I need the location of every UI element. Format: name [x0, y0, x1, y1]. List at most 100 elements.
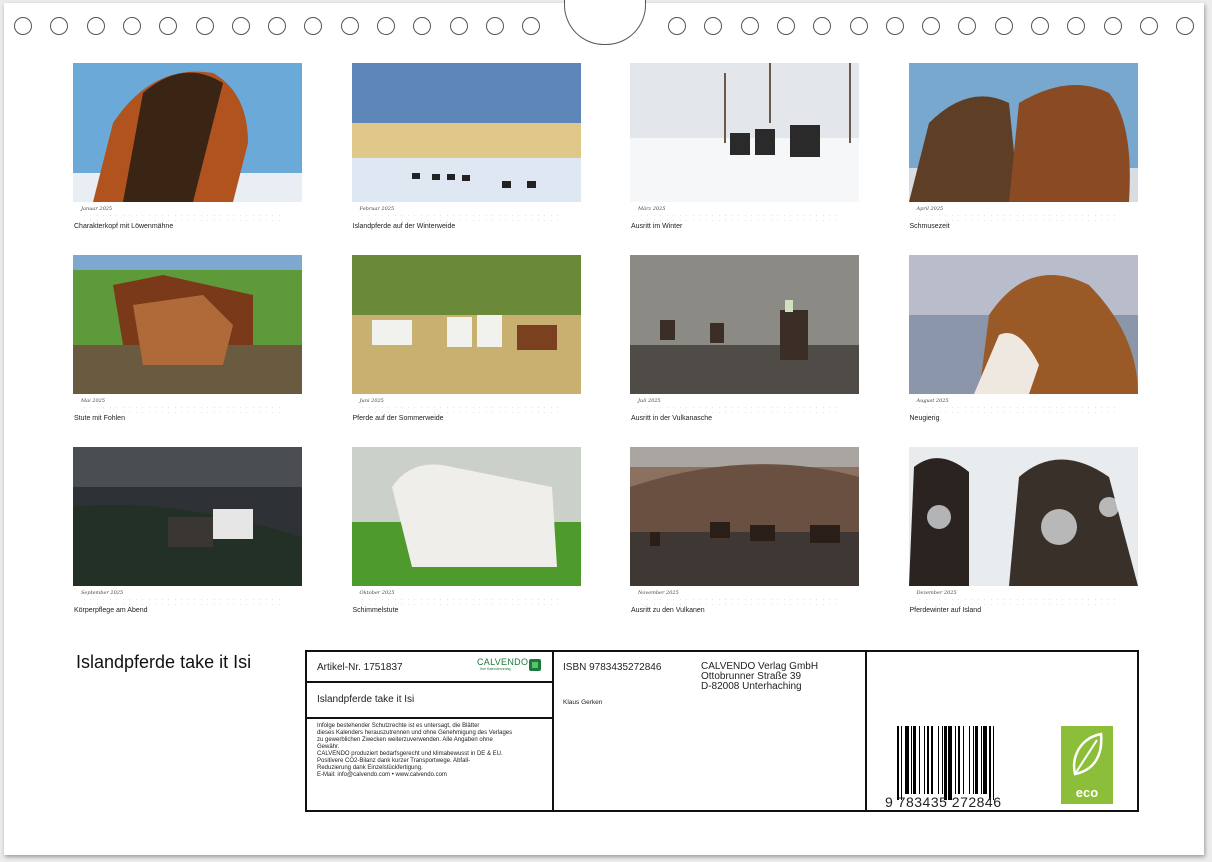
month-name: Dezember 2025 — [916, 590, 957, 596]
day-cell: · · — [557, 405, 559, 415]
day-strip: · · · · · · · · · · · · · · · · · · · · · · · · · · · · · · · · · · · · · · · ·… — [81, 213, 302, 223]
month-caption: Pferde auf der Sommerweide — [352, 415, 444, 422]
publisher-line: D-82008 Unterhaching — [701, 681, 802, 692]
month-photo — [630, 255, 859, 394]
binding-ring — [268, 17, 287, 35]
binding-ring — [304, 17, 323, 35]
day-cell: · · — [1114, 213, 1116, 223]
author: Klaus Gerken — [563, 699, 603, 706]
info-column-middle: ISBN 9783435272846 CALVENDO Verlag GmbH O… — [554, 652, 867, 810]
month-photo — [630, 63, 859, 202]
month-name: Januar 2025 — [81, 206, 113, 212]
month-caption: Schimmelstute — [352, 607, 399, 614]
month-name: Juli 2025 — [638, 398, 661, 404]
barcode-bar — [924, 726, 926, 794]
day-cell: · · — [835, 405, 837, 415]
legal-line: Positivere CO2-Bilanz dank kurzer Transp… — [317, 758, 471, 764]
binding-ring — [1176, 17, 1195, 35]
binding-ring — [340, 17, 359, 35]
binding-ring — [704, 17, 723, 35]
month-caption: Charakterkopf mit Löwenmähne — [74, 223, 174, 230]
binding-ring — [849, 17, 868, 35]
day-cell: · · — [835, 597, 837, 607]
binding-ring — [50, 17, 69, 35]
day-strip: · · · · · · · · · · · · · · · · · · · · · · · · · · · · · · · · · · · · · · · ·… — [81, 405, 302, 415]
month-photo — [908, 447, 1138, 586]
day-strip: · · · · · · · · · · · · · · · · · · · · · · · · · · · · · · · · · · · · · · · ·… — [638, 213, 859, 223]
publisher-address: CALVENDO Verlag GmbH Ottobrunner Straße 3… — [701, 662, 818, 692]
month-photo — [908, 63, 1138, 202]
day-cell: · · — [557, 213, 559, 223]
isbn: ISBN 9783435272846 — [563, 662, 662, 673]
month-name: September 2025 — [81, 590, 124, 596]
month-photo — [351, 255, 581, 394]
binding-ring — [1139, 17, 1158, 35]
month-tile: Dezember 2025 · · · · · · · · · · · · · · · · · · · · · · · · · · ·… — [908, 447, 1138, 614]
month-photo — [351, 63, 581, 202]
barcode-bar — [988, 726, 992, 800]
calendar-back-page: Januar 2025 · · · · · · · · · · · · · · · · · · · · · · · · · · · · ·… — [4, 0, 1204, 855]
barcode-bars — [897, 726, 1021, 800]
barcode: 9 783435 272846 — [885, 726, 1023, 810]
binding-ring — [668, 17, 686, 35]
month-tile: Januar 2025 · · · · · · · · · · · · · · · · · · · · · · · · · · · · ·… — [73, 63, 302, 230]
barcode-bar — [972, 726, 974, 794]
binding-ring — [1103, 17, 1122, 35]
binding-ring — [813, 17, 832, 35]
calvendo-logo: CALVENDO Ihre Kalenderverlag — [477, 657, 545, 675]
binding-ring — [449, 17, 468, 35]
month-caption: Ausritt zu den Vulkanen — [631, 607, 705, 614]
month-caption: Pferdewinter auf Island — [909, 607, 982, 614]
barcode-bar — [955, 726, 957, 794]
month-caption: Schmusezeit — [909, 223, 950, 230]
barcode-bar — [905, 726, 909, 794]
day-strip: · · · · · · · · · · · · · · · · · · · · · · · · · · · · · · · · · · · · · · · ·… — [360, 597, 581, 607]
binding-ring — [14, 17, 32, 35]
legal-notice: Infolge bestehender Schutzrechte ist es … — [317, 723, 551, 779]
month-photo — [73, 447, 302, 586]
month-photo — [73, 255, 302, 394]
month-caption: Neugierig — [909, 415, 940, 422]
month-tile: Juni 2025 · · · · · · · · · · · · · · · · · · · · · · · · · · · · · · ·… — [351, 255, 581, 422]
binding-ring — [159, 17, 178, 35]
legal-line: Reduzierung dank Einzelstückfertigung. — [317, 765, 423, 771]
binding-ring — [1067, 17, 1086, 35]
month-tile: September 2025 · · · · · · · · · · · · · · · · · · · · · · · · · ·… — [73, 447, 302, 614]
barcode-bar — [948, 726, 952, 800]
month-name: Mai 2025 — [81, 398, 106, 404]
binding-ring — [522, 17, 541, 35]
legal-line: CALVENDO produziert bedarfsgerecht und k… — [317, 751, 503, 757]
day-cell: · · — [278, 597, 280, 607]
legal-line: dieses Kalenders herauszutrennen und ohn… — [317, 730, 513, 736]
legal-line: Gewähr. — [317, 744, 340, 750]
day-cell: · · — [278, 405, 280, 415]
month-tile: Juli 2025 · · · · · · · · · · · · · · · · · · · · · · · · · · · · · · ·… — [630, 255, 859, 422]
day-strip: · · · · · · · · · · · · · · · · · · · · · · · · · · · · · · · · · · · · · · · ·… — [360, 213, 581, 223]
calvendo-square-icon — [529, 659, 541, 671]
binding-ring — [413, 17, 432, 35]
barcode-bar — [963, 726, 965, 794]
day-cell: · · — [278, 213, 280, 223]
barcode-bar — [901, 726, 903, 800]
binding-ring — [485, 17, 504, 35]
binding-ring — [776, 17, 795, 35]
month-caption: Ausritt im Winter — [631, 223, 683, 230]
month-caption: Körperpflege am Abend — [74, 607, 148, 614]
day-cell: · · — [835, 213, 837, 223]
info-box: Artikel-Nr. 1751837 CALVENDO Ihre Kalend… — [305, 650, 1139, 812]
legal-line: zu gewerblichen Zwecken weiterzuverwende… — [317, 737, 493, 743]
eco-text: eco — [1075, 785, 1099, 800]
barcode-bar — [926, 726, 930, 794]
month-tile: November 2025 · · · · · · · · · · · · · · · · · · · · · · · · · · ·… — [630, 447, 859, 614]
binding-ring — [1031, 17, 1049, 35]
binding-ring — [86, 17, 105, 35]
legal-line: E-Mail: info@calvendo.com • www.calvendo… — [317, 772, 447, 778]
month-photo — [630, 447, 859, 586]
day-strip: · · · · · · · · · · · · · · · · · · · · · · · · · · · · · · · · · · · · · · · ·… — [638, 405, 859, 415]
barcode-bar — [918, 726, 920, 794]
binding-ring — [377, 17, 395, 35]
month-tile: Februar 2025 · · · · · · · · · · · · · · · · · · · · · · · · · · · ·… — [351, 63, 581, 230]
day-strip: · · · · · · · · · · · · · · · · · · · · · · · · · · · · · · · · · · · · · · · ·… — [81, 597, 302, 607]
month-caption: Ausritt in der Vulkanasche — [631, 415, 713, 422]
month-name: Juni 2025 — [359, 398, 384, 404]
